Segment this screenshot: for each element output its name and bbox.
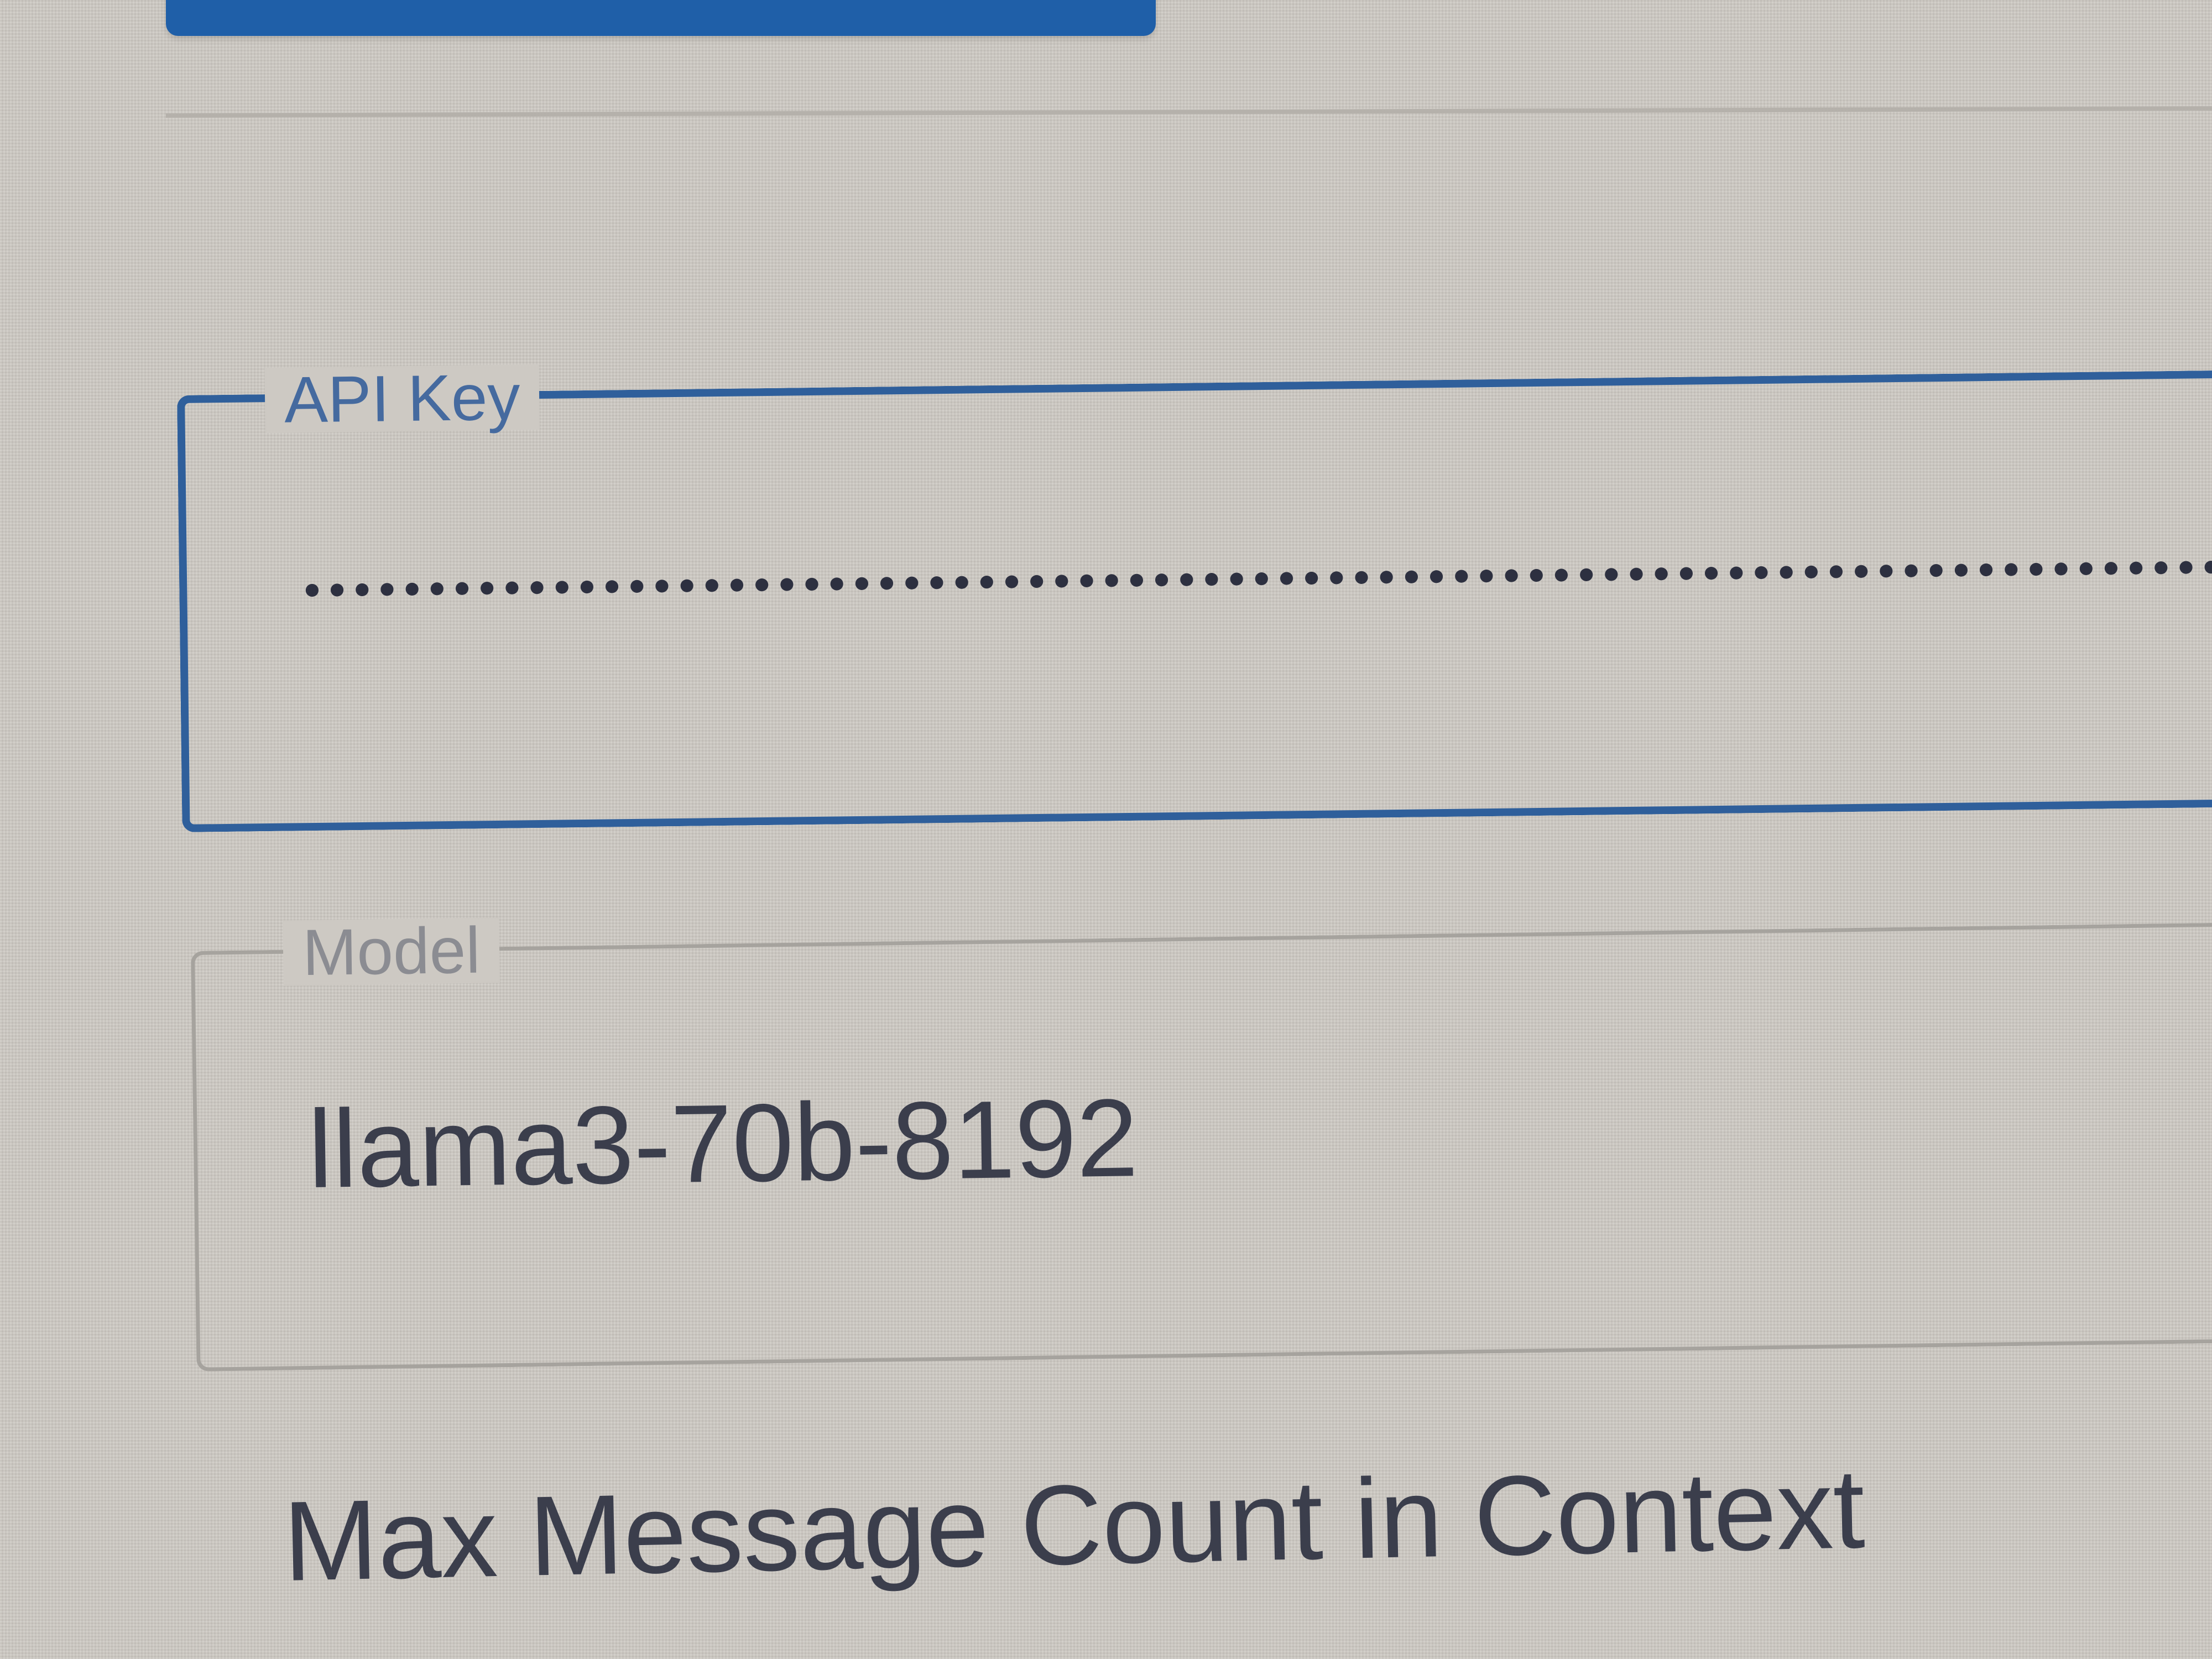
api-key-field[interactable]: API Key ••••••••••••••••••••••••••••••••… [177,361,2212,832]
section-divider [165,106,2212,118]
primary-action-button[interactable] [166,0,1156,36]
model-field[interactable]: Model llama3-70b-8192 [191,914,2212,1371]
max-message-count-label: Max Message Count in Context [282,1445,1866,1605]
api-key-input[interactable]: ••••••••••••••••••••••••••••••••••••••••… [300,544,2212,613]
model-label: Model [283,914,500,989]
model-input[interactable]: llama3-70b-8192 [307,1074,1139,1213]
api-key-label: API Key [264,361,540,437]
